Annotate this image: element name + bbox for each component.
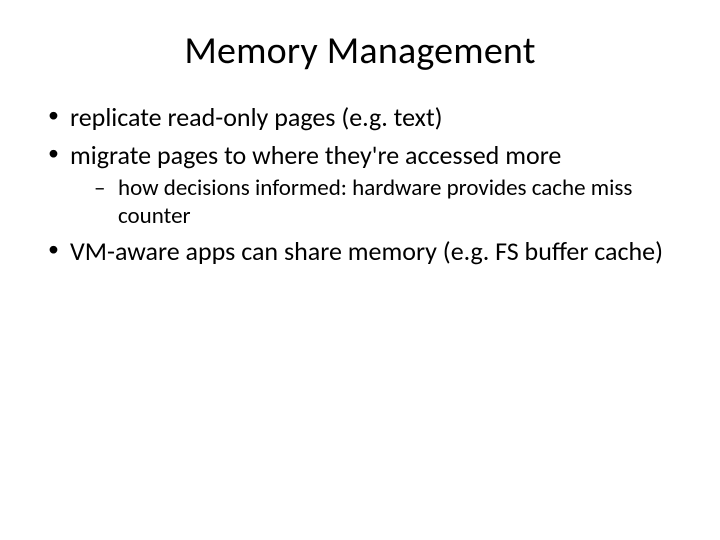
slide-title: Memory Management [40, 28, 680, 74]
list-item: migrate pages to where they're accessed … [40, 140, 680, 230]
slide: Memory Management replicate read-only pa… [0, 0, 720, 540]
bullet-text: VM-aware apps can share memory (e.g. FS … [70, 235, 663, 267]
bullet-text: migrate pages to where they're accessed … [70, 139, 561, 171]
sub-bullet-list: how decisions informed: hardware provide… [70, 175, 680, 229]
list-item: how decisions informed: hardware provide… [70, 175, 680, 229]
list-item: replicate read-only pages (e.g. text) [40, 102, 680, 134]
bullet-list: replicate read-only pages (e.g. text) mi… [40, 102, 680, 267]
bullet-text: replicate read-only pages (e.g. text) [70, 101, 443, 133]
list-item: VM-aware apps can share memory (e.g. FS … [40, 236, 680, 268]
bullet-text: how decisions informed: hardware provide… [118, 174, 632, 229]
